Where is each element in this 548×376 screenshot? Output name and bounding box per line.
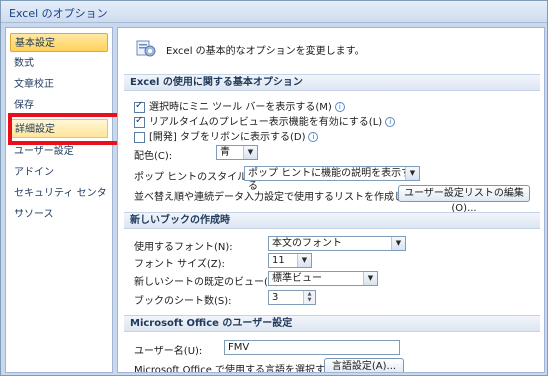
sidebar-item-save[interactable]: 保存	[10, 96, 108, 115]
font-select[interactable]: 本文のフォント ▼	[268, 236, 406, 251]
chevron-down-icon: ▼	[363, 272, 377, 285]
livepreview-checkbox[interactable]	[134, 115, 145, 128]
sheets-label: ブックのシート数(S):	[134, 296, 232, 307]
minitoolbar-checkbox[interactable]	[134, 100, 145, 113]
options-dialog: Excel のオプション 基本設定 数式 文章校正 保存 詳細設定 ユーザー設定…	[0, 0, 548, 376]
section-user-title: Microsoft Office のユーザー設定	[124, 315, 540, 332]
sidebar-item-proofing[interactable]: 文章校正	[10, 75, 108, 94]
default-view-value: 標準ビュー	[272, 273, 322, 284]
username-label: ユーザー名(U):	[134, 346, 203, 357]
sidebar: 基本設定 数式 文章校正 保存 詳細設定 ユーザー設定 アドイン セキュリティ …	[5, 27, 113, 373]
sheet-count-stepper[interactable]: 3 ▲ ▼	[268, 290, 316, 305]
language-label: Microsoft Office で使用する言語を選択する	[134, 365, 336, 373]
devtab-label: [開発] タブをリボンに表示する(D)	[149, 132, 306, 143]
livepreview-label: リアルタイムのプレビュー表示機能を有効にする(L)	[149, 117, 383, 128]
sortlist-label: 並べ替え順や連続データ入力設定で使用するリストを作成します:	[134, 192, 428, 203]
devtab-checkbox[interactable]	[134, 131, 145, 143]
tip-select[interactable]: ポップ ヒントに機能の説明を表示する ▼	[244, 166, 420, 192]
edit-custom-lists-button[interactable]: ユーザー設定リストの編集(O)...	[398, 185, 530, 214]
minitoolbar-row[interactable]: 選択時にミニ ツール バーを表示する(M)i	[134, 98, 345, 113]
chevron-down-icon: ▼	[243, 146, 257, 159]
sidebar-item-trust-center[interactable]: セキュリティ センター	[10, 184, 108, 218]
font-select-value: 本文のフォント	[272, 238, 342, 249]
font-label: 使用するフォント(N):	[134, 242, 233, 253]
header-banner: Excel の基本的なオプションを変更します。	[118, 28, 544, 68]
chevron-down-icon: ▼	[297, 254, 311, 267]
section-basic-title: Excel の使用に関する基本オプション	[124, 74, 540, 91]
sidebar-item-advanced[interactable]: 詳細設定	[10, 119, 108, 138]
info-icon[interactable]: i	[334, 102, 345, 112]
font-size-value: 11	[272, 255, 285, 266]
window-title: Excel のオプション	[9, 7, 108, 20]
font-size-select[interactable]: 11 ▼	[268, 253, 312, 268]
sidebar-item-formulas[interactable]: 数式	[10, 54, 108, 73]
color-select[interactable]: 青 ▼	[216, 145, 258, 160]
username-input[interactable]: FMV	[224, 340, 400, 355]
size-label: フォント サイズ(Z):	[134, 259, 225, 270]
options-gear-icon	[136, 40, 156, 57]
view-label: 新しいシートの既定のビュー(V):	[134, 277, 283, 288]
header-text: Excel の基本的なオプションを変更します。	[166, 46, 365, 57]
title-bar: Excel のオプション	[1, 1, 547, 23]
chevron-down-icon: ▼	[405, 167, 419, 180]
info-icon[interactable]: i	[385, 117, 396, 127]
down-arrow-icon[interactable]: ▼	[304, 297, 315, 303]
chevron-down-icon: ▼	[391, 237, 405, 250]
sidebar-item-resources[interactable]: リソース	[10, 205, 108, 224]
sheet-count-value: 3	[272, 292, 279, 303]
sidebar-item-addins[interactable]: アドイン	[10, 163, 108, 182]
color-select-value: 青	[220, 147, 230, 158]
section-newbook-title: 新しいブックの作成時	[124, 212, 540, 229]
minitoolbar-label: 選択時にミニ ツール バーを表示する(M)	[149, 102, 332, 113]
sidebar-item-basic[interactable]: 基本設定	[10, 33, 108, 52]
main-panel: Excel の基本的なオプションを変更します。 Excel の使用に関する基本オ…	[117, 27, 545, 373]
default-view-select[interactable]: 標準ビュー ▼	[268, 271, 378, 286]
info-icon[interactable]: i	[308, 132, 319, 142]
devtab-row[interactable]: [開発] タブをリボンに表示する(D) i	[134, 128, 319, 143]
language-settings-button[interactable]: 言語設定(A)...	[324, 358, 404, 372]
sidebar-item-customize[interactable]: ユーザー設定	[10, 142, 108, 161]
livepreview-row[interactable]: リアルタイムのプレビュー表示機能を有効にする(L)i	[134, 113, 396, 128]
stepper-buttons[interactable]: ▲ ▼	[303, 291, 315, 304]
color-label: 配色(C):	[134, 151, 173, 162]
